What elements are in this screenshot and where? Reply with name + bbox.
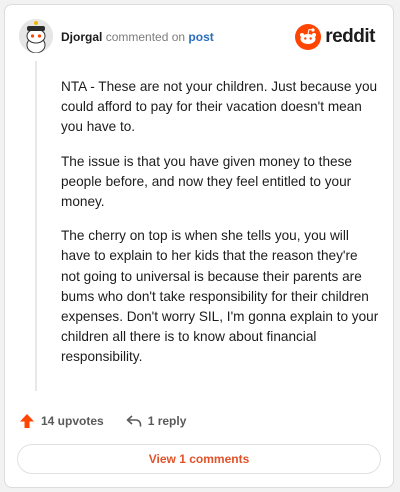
comment-body: NTA - These are not your children. Just …	[61, 77, 379, 382]
post-link[interactable]: post	[188, 30, 213, 44]
replies-label: 1 reply	[147, 414, 187, 428]
comment-actions: 14 upvotes 1 reply	[19, 411, 208, 431]
view-comments-button[interactable]: View 1 comments	[17, 444, 381, 474]
comment-header: Djorgal commented on post reddit	[19, 19, 379, 55]
reddit-logo[interactable]: reddit	[295, 23, 375, 51]
upvote-arrow-icon	[20, 414, 34, 428]
username[interactable]: Djorgal	[61, 30, 102, 44]
upvote-button[interactable]: 14 upvotes	[19, 413, 104, 429]
comment-card: Djorgal commented on post reddit NTA - T…	[4, 4, 394, 488]
reply-arrow-icon	[126, 415, 142, 427]
thread-line	[35, 61, 37, 391]
comment-paragraph: NTA - These are not your children. Just …	[61, 79, 378, 135]
logo-text: reddit	[325, 26, 375, 47]
user-avatar[interactable]	[19, 19, 53, 53]
comment-paragraph: The cherry on top is when she tells you,…	[61, 228, 379, 365]
comment-byline: Djorgal commented on post	[61, 30, 214, 44]
action-text: commented on	[105, 30, 186, 44]
reply-button[interactable]: 1 reply	[126, 413, 187, 429]
comment-paragraph: The issue is that you have given money t…	[61, 153, 352, 210]
snoo-avatar-icon	[19, 19, 53, 53]
reddit-snoo-icon	[295, 24, 322, 50]
upvotes-label: 14 upvotes	[41, 414, 104, 428]
